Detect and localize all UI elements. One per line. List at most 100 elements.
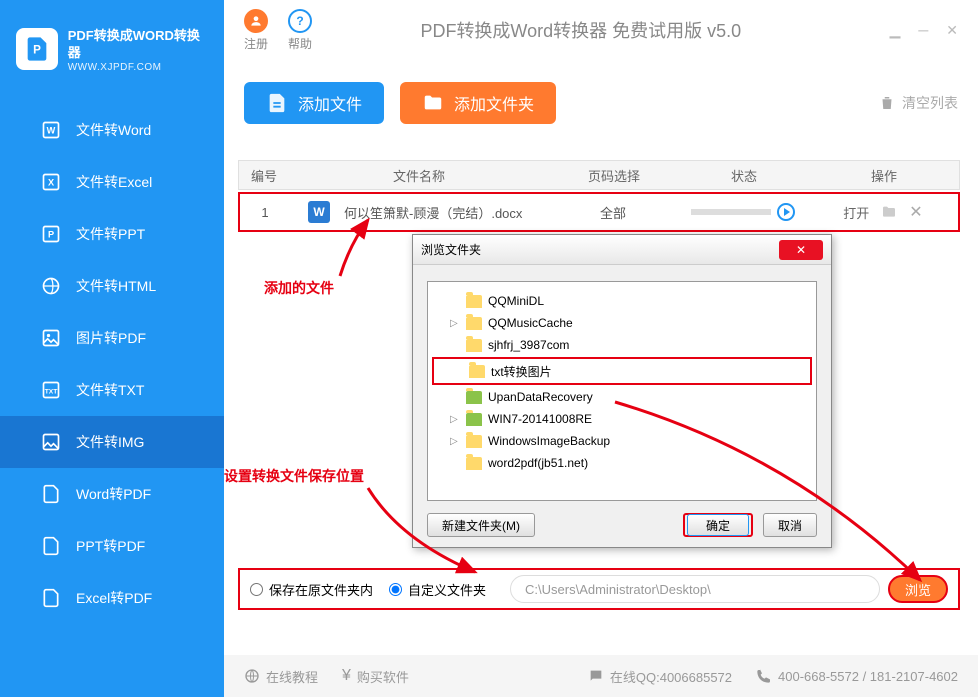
nav-item-9[interactable]: Excel转PDF — [0, 572, 224, 624]
row-filename-cell: W 何以笙箫默-顾漫（完结）.docx — [290, 201, 548, 223]
progress-bar — [691, 209, 771, 215]
restore-icon[interactable]: ─ — [918, 22, 928, 39]
globe-icon — [244, 668, 260, 684]
nav-icon — [40, 275, 62, 297]
folder-tree[interactable]: QQMiniDL▷QQMusicCachesjhfrj_3987com txt转换… — [427, 281, 817, 501]
tree-item[interactable]: txt转换图片 — [435, 360, 809, 382]
table-row[interactable]: 1 W 何以笙箫默-顾漫（完结）.docx 全部 打开 ✕ — [240, 194, 958, 230]
row-num: 1 — [240, 205, 290, 220]
row-ops: 打开 ✕ — [808, 202, 958, 222]
nav-item-0[interactable]: W 文件转Word — [0, 104, 224, 156]
nav-item-4[interactable]: 图片转PDF — [0, 312, 224, 364]
svg-text:X: X — [48, 177, 55, 187]
nav-icon — [40, 587, 62, 609]
add-file-button[interactable]: 添加文件 — [244, 82, 384, 124]
remove-icon[interactable]: ✕ — [909, 202, 922, 222]
tree-item[interactable]: sjhfrj_3987com — [432, 334, 812, 356]
app-logo-icon: P — [16, 28, 58, 70]
tree-item[interactable]: ▷WIN7-20141008RE — [432, 408, 812, 430]
nav-item-8[interactable]: PPT转PDF — [0, 520, 224, 572]
expand-icon[interactable]: ▷ — [450, 318, 458, 329]
nav-label: 文件转Excel — [76, 172, 152, 192]
nav-label: 图片转PDF — [76, 328, 146, 348]
nav-label: 文件转PPT — [76, 224, 145, 244]
open-link[interactable]: 打开 — [843, 203, 869, 222]
nav-icon: P — [40, 223, 62, 245]
row-filename: 何以笙箫默-顾漫（完结）.docx — [344, 203, 522, 222]
save-original-option[interactable]: 保存在原文件夹内 — [250, 580, 373, 599]
save-location-panel: 保存在原文件夹内 自定义文件夹 浏览 — [238, 568, 960, 610]
nav-label: Word转PDF — [76, 484, 151, 504]
folder-icon — [422, 92, 444, 114]
ok-button-highlight: 确定 — [683, 513, 753, 537]
file-table: 编号 文件名称 页码选择 状态 操作 1 W 何以笙箫默-顾漫（完结）.docx… — [238, 160, 960, 232]
tutorial-link[interactable]: 在线教程 — [244, 667, 318, 686]
folder-icon — [469, 365, 485, 378]
tree-item[interactable]: UpanDataRecovery — [432, 386, 812, 408]
nav-label: Excel转PDF — [76, 588, 152, 608]
row-status — [678, 203, 808, 221]
window-title: PDF转换成Word转换器 免费试用版 v5.0 — [272, 17, 890, 43]
play-icon[interactable] — [777, 203, 795, 221]
qq-contact[interactable]: 在线QQ:4006685572 — [588, 667, 732, 686]
tree-item[interactable]: ▷WindowsImageBackup — [432, 430, 812, 452]
register-button[interactable]: 注册 — [244, 9, 268, 52]
nav-item-7[interactable]: Word转PDF — [0, 468, 224, 520]
svg-text:P: P — [33, 44, 41, 57]
nav-label: 文件转IMG — [76, 432, 144, 452]
clear-list-button[interactable]: 清空列表 — [878, 93, 958, 113]
expand-icon[interactable]: ▷ — [450, 414, 458, 425]
new-folder-button[interactable]: 新建文件夹(M) — [427, 513, 535, 537]
nav-label: PPT转PDF — [76, 536, 145, 556]
word-doc-icon: W — [308, 201, 330, 223]
dialog-titlebar[interactable]: 浏览文件夹 ✕ — [413, 235, 831, 265]
close-icon[interactable]: ✕ — [946, 22, 958, 39]
buy-link[interactable]: ¥ 购买软件 — [342, 667, 409, 686]
browse-folder-dialog: 浏览文件夹 ✕ QQMiniDL▷QQMusicCachesjhfrj_3987… — [412, 234, 832, 548]
nav-icon: X — [40, 171, 62, 193]
nav-item-3[interactable]: 文件转HTML — [0, 260, 224, 312]
minimize-icon[interactable]: ▁ — [890, 22, 901, 39]
annotation-added-file: 添加的文件 — [264, 278, 334, 298]
ok-button[interactable]: 确定 — [687, 514, 749, 536]
folder-icon — [466, 295, 482, 308]
open-folder-icon[interactable] — [881, 204, 897, 220]
folder-icon — [466, 339, 482, 352]
nav-icon — [40, 327, 62, 349]
tree-label: UpanDataRecovery — [488, 390, 593, 404]
nav-icon — [40, 431, 62, 453]
app-url: WWW.XJPDF.COM — [68, 62, 212, 73]
dialog-close-button[interactable]: ✕ — [779, 240, 823, 260]
header-name: 文件名称 — [289, 166, 549, 185]
annotation-save-location: 设置转换文件保存位置 — [224, 466, 364, 486]
tree-item[interactable]: QQMiniDL — [432, 290, 812, 312]
nav-item-2[interactable]: P 文件转PPT — [0, 208, 224, 260]
row-page[interactable]: 全部 — [548, 203, 678, 222]
nav-icon: W — [40, 119, 62, 141]
nav-item-1[interactable]: X 文件转Excel — [0, 156, 224, 208]
header-op: 操作 — [809, 166, 959, 185]
save-path-input[interactable] — [510, 575, 880, 603]
tree-item[interactable]: ▷QQMusicCache — [432, 312, 812, 334]
nav-icon — [40, 483, 62, 505]
highlighted-row-box: 1 W 何以笙箫默-顾漫（完结）.docx 全部 打开 ✕ — [238, 192, 960, 232]
window-controls: ▁ ─ ✕ — [890, 22, 958, 39]
radio-original[interactable] — [250, 583, 263, 596]
nav-item-5[interactable]: TXT文件转TXT — [0, 364, 224, 416]
expand-icon[interactable]: ▷ — [450, 436, 458, 447]
nav-item-6[interactable]: 文件转IMG — [0, 416, 224, 468]
folder-icon — [466, 435, 482, 448]
phone-contact[interactable]: 400-668-5572 / 181-2107-4602 — [756, 668, 958, 684]
sidebar: P PDF转换成WORD转换器 WWW.XJPDF.COM W文件转WordX文… — [0, 0, 224, 697]
save-custom-option[interactable]: 自定义文件夹 — [389, 580, 486, 599]
tree-item[interactable]: word2pdf(jb51.net) — [432, 452, 812, 474]
tree-highlight-box: txt转换图片 — [432, 357, 812, 385]
browse-button[interactable]: 浏览 — [888, 575, 948, 603]
radio-custom[interactable] — [389, 583, 402, 596]
cancel-button[interactable]: 取消 — [763, 513, 817, 537]
yen-icon: ¥ — [342, 667, 351, 685]
svg-text:W: W — [47, 125, 56, 135]
topbar: 注册 ? 帮助 PDF转换成Word转换器 免费试用版 v5.0 ▁ ─ ✕ — [224, 0, 978, 60]
add-folder-button[interactable]: 添加文件夹 — [400, 82, 556, 124]
nav-label: 文件转Word — [76, 120, 151, 140]
